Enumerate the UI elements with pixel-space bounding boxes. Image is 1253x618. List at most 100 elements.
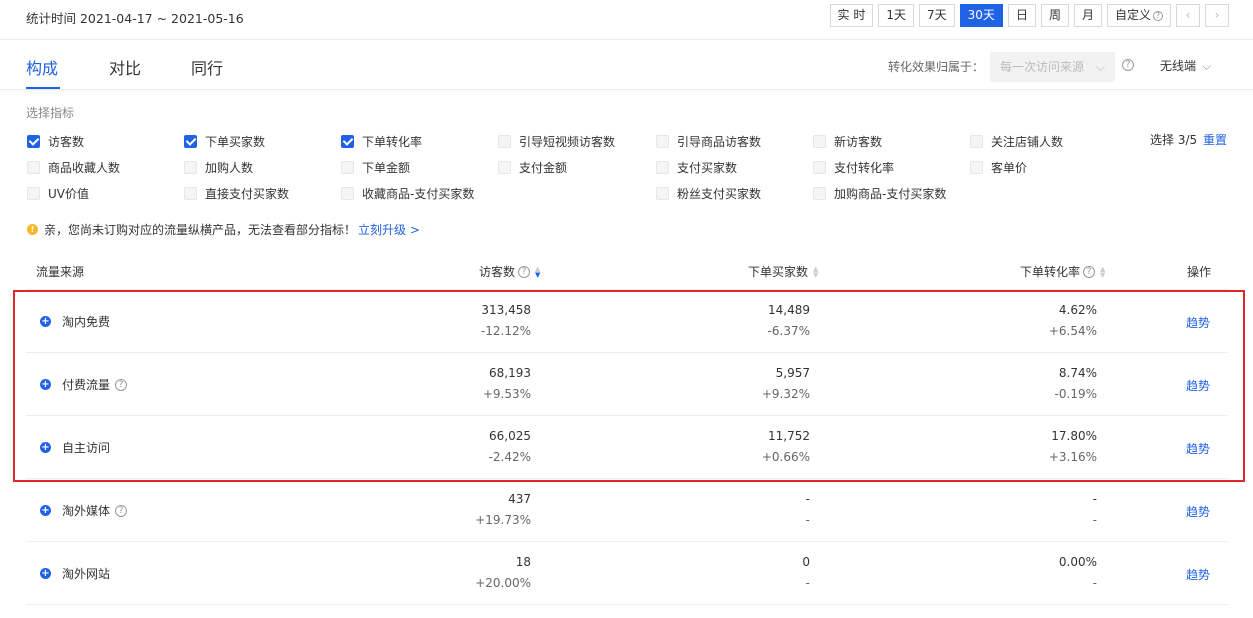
col-header-rate-label: 下单转化率 — [1020, 265, 1081, 279]
time-btn-1day[interactable]: 1天 — [878, 4, 915, 27]
metric-option[interactable]: 下单转化率 — [341, 133, 422, 150]
chevron-right-icon[interactable]: › — [1205, 4, 1229, 27]
time-btn-week[interactable]: 周 — [1040, 4, 1069, 27]
sort-icon: ▲ ▼ — [1100, 264, 1106, 279]
table-row: + 付费流量? 68,193 +9.53% 5,957 +9.32% 8.74% -0.19%… — [26, 353, 1228, 416]
buyers-change: -6.37% — [767, 324, 810, 338]
upgrade-link[interactable]: 立刻升级 > — [358, 221, 420, 238]
table-row: + 淘内免费 313,458 -12.12% 14,489 -6.37% 4.62% +6.5… — [26, 290, 1228, 353]
table-row: + 淘外网站 18 +20.00% 0-0.00% - 趋势 — [26, 542, 1228, 605]
chevron-left-icon[interactable]: ‹ — [1176, 4, 1200, 27]
col-header-action: 操作 — [1187, 263, 1211, 280]
metric-option: 关注店铺人数 — [970, 133, 1063, 150]
checkbox-icon — [656, 161, 669, 174]
visitors-change: -2.42% — [488, 450, 531, 464]
checkbox-checked-icon[interactable] — [341, 135, 354, 148]
visitors-cell: 313,458 -12.12% — [481, 300, 531, 342]
source-name: 淘内免费 — [62, 313, 110, 330]
expand-plus-icon[interactable]: + — [40, 568, 51, 579]
source-name: 淘外媒体? — [62, 502, 128, 519]
tab-composition[interactable]: 构成 — [26, 55, 58, 79]
table-row: + 淘外媒体? 437 +19.73% - - - - 趋势 — [26, 479, 1228, 542]
rate-value: - — [1092, 492, 1097, 506]
metric-option-label: 下单转化率 — [362, 135, 423, 149]
expand-plus-icon[interactable]: + — [40, 379, 51, 390]
tab-peers[interactable]: 同行 — [191, 55, 223, 79]
rate-value: 4.62% — [1058, 303, 1097, 317]
metric-option-label: 新访客数 — [834, 135, 883, 149]
metric-option[interactable]: 访客数 — [27, 133, 84, 150]
checkbox-icon — [498, 161, 511, 174]
col-header-buyers[interactable]: 下单买家数 ▲ ▼ — [748, 263, 818, 280]
attribution-label: 转化效果归属于： — [888, 60, 985, 74]
device-select-value: 无线端 — [1160, 59, 1197, 73]
notice-text: 亲，您尚未订购对应的流量纵横产品，无法查看部分指标！ — [44, 223, 357, 237]
col-header-rate[interactable]: 下单转化率 ? ▲ ▼ — [1020, 263, 1105, 280]
time-btn-day[interactable]: 日 — [1007, 4, 1036, 27]
device-select[interactable]: 无线端 ⌵ — [1160, 57, 1211, 74]
upgrade-notice: ! 亲，您尚未订购对应的流量纵横产品，无法查看部分指标！ 立刻升级 > — [27, 221, 420, 238]
checkbox-checked-icon[interactable] — [27, 135, 40, 148]
metric-option[interactable]: 下单买家数 — [184, 133, 265, 150]
rate-cell: 17.80% +3.16% — [1049, 426, 1097, 468]
metric-option-label: 商品收藏人数 — [48, 161, 121, 175]
metric-option-label: 支付金额 — [519, 161, 568, 175]
metric-option-label: 加购商品-支付买家数 — [834, 187, 947, 201]
visitors-change: +9.53% — [482, 387, 531, 401]
checkbox-icon — [813, 187, 826, 200]
metric-option: 引导短视频访客数 — [498, 133, 615, 150]
attribution-select[interactable]: 每一次访问来源 ⌵ — [990, 52, 1115, 82]
time-btn-custom[interactable]: 自定义? — [1106, 4, 1171, 27]
trend-link[interactable]: 趋势 — [1186, 314, 1210, 331]
time-btn-month[interactable]: 月 — [1073, 4, 1102, 27]
rate-value: 17.80% — [1051, 429, 1097, 443]
top-bar: 统计时间 2021-04-17 ~ 2021-05-16 实 时 1天 7天 3… — [0, 0, 1253, 40]
time-btn-30day[interactable]: 30天 — [959, 4, 1003, 27]
tab-compare[interactable]: 对比 — [109, 55, 141, 79]
metric-option-label: 客单价 — [991, 161, 1028, 175]
metric-option-label: 下单金额 — [362, 161, 411, 175]
rate-value: 8.74% — [1058, 366, 1097, 380]
help-icon: ? — [1083, 265, 1096, 278]
help-icon[interactable]: ? — [115, 504, 128, 517]
date-range: 统计时间 2021-04-17 ~ 2021-05-16 — [26, 11, 244, 26]
attribution-select-value: 每一次访问来源 — [1000, 60, 1085, 74]
help-icon[interactable]: ? — [1122, 59, 1134, 71]
source-name: 淘外网站 — [62, 565, 110, 582]
trend-link[interactable]: 趋势 — [1186, 503, 1210, 520]
rate-change: +3.16% — [1048, 450, 1097, 464]
checkbox-checked-icon[interactable] — [184, 135, 197, 148]
source-name-text: 淘外媒体 — [62, 504, 111, 518]
visitors-value: 66,025 — [489, 429, 531, 443]
buyers-cell: 14,489 -6.37% — [768, 300, 810, 342]
trend-link[interactable]: 趋势 — [1186, 440, 1210, 457]
metric-option: 收藏商品-支付买家数 — [341, 185, 474, 202]
time-btn-7day[interactable]: 7天 — [919, 4, 955, 27]
help-icon[interactable]: ? — [115, 378, 128, 391]
visitors-cell: 66,025 -2.42% — [489, 426, 531, 468]
rate-change: - — [1092, 576, 1097, 590]
buyers-cell: -- — [806, 489, 810, 531]
col-header-buyers-label: 下单买家数 — [748, 265, 809, 279]
time-btn-realtime[interactable]: 实 时 — [829, 4, 874, 27]
col-header-source-label: 流量来源 — [36, 265, 85, 279]
trend-link[interactable]: 趋势 — [1186, 566, 1210, 583]
expand-plus-icon[interactable]: + — [40, 442, 51, 453]
metric-option: 加购商品-支付买家数 — [813, 185, 946, 202]
buyers-value: 5,957 — [775, 366, 810, 380]
col-header-visitors[interactable]: 访客数 ? ▲ ▼ — [479, 263, 540, 280]
buyers-value: - — [805, 492, 810, 506]
expand-plus-icon[interactable]: + — [40, 316, 51, 327]
buyers-change: +0.66% — [761, 450, 810, 464]
source-name-text: 自主访问 — [62, 441, 111, 455]
expand-plus-icon[interactable]: + — [40, 505, 51, 516]
trend-link[interactable]: 趋势 — [1186, 377, 1210, 394]
rate-cell: -- — [1093, 489, 1097, 531]
metric-option: 直接支付买家数 — [184, 185, 289, 202]
reset-link[interactable]: 重置 — [1203, 131, 1227, 148]
checkbox-icon — [341, 161, 354, 174]
buyers-value: 11,752 — [768, 429, 810, 443]
metric-option-label: 收藏商品-支付买家数 — [362, 187, 475, 201]
help-icon: ? — [1153, 10, 1163, 21]
source-name-text: 付费流量 — [62, 378, 111, 392]
